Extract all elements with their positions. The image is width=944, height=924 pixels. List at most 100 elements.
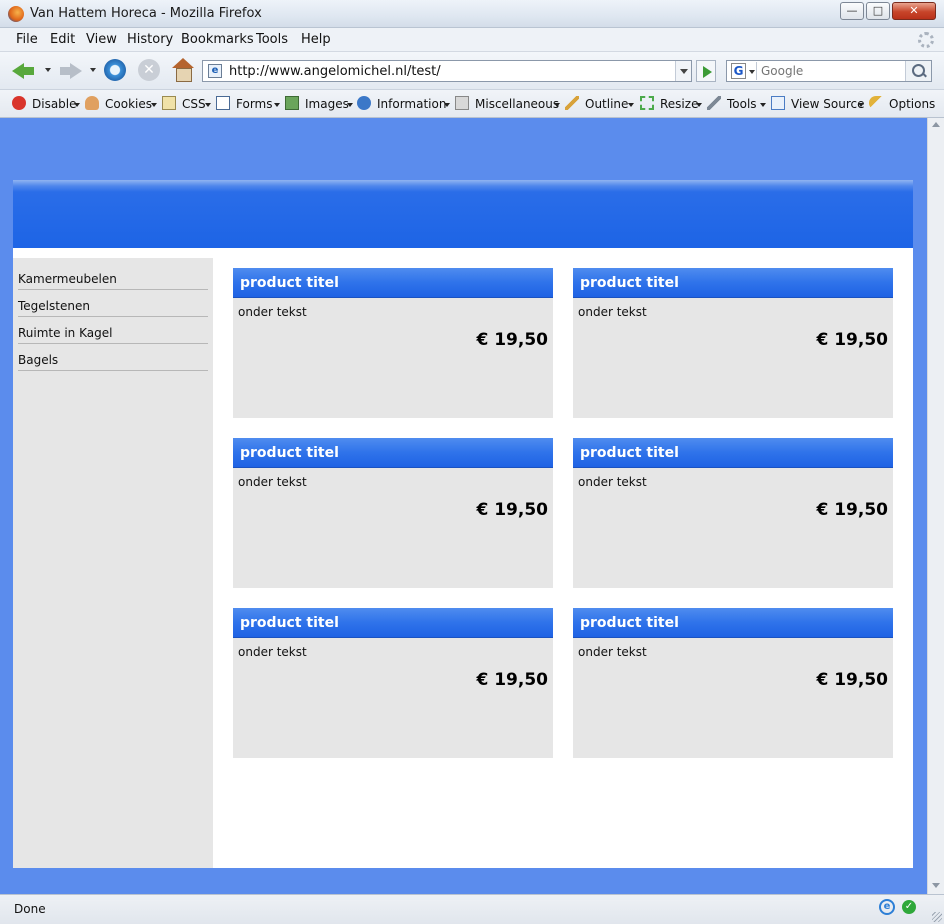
window-title: Van Hattem Horeca - Mozilla Firefox: [30, 6, 262, 21]
product-title[interactable]: product titel: [580, 615, 679, 631]
product-subtitle: onder tekst: [578, 475, 647, 489]
product-title[interactable]: product titel: [580, 275, 679, 291]
chevron-down-icon: [554, 103, 560, 107]
minimize-button[interactable]: —: [840, 2, 864, 20]
site-header: [13, 180, 913, 248]
sidebar-item-tegelstenen[interactable]: Tegelstenen: [18, 290, 208, 317]
wd-options-menu[interactable]: Options: [869, 96, 944, 112]
product-card[interactable]: product titel onder tekst € 19,50: [233, 608, 553, 758]
miscellaneous-icon: [455, 96, 469, 110]
vertical-scrollbar[interactable]: [927, 118, 944, 894]
close-button[interactable]: ✕: [892, 2, 936, 20]
wd-css-menu[interactable]: CSS: [162, 96, 212, 112]
outline-pencil-icon: [565, 96, 579, 110]
sidebar-item-label: Bagels: [18, 353, 59, 367]
sidebar-item-label: Kamermeubelen: [18, 272, 117, 286]
menu-edit[interactable]: Edit: [50, 32, 75, 47]
wd-disable-menu[interactable]: Disable: [12, 96, 80, 112]
sidebar-item-label: Ruimte in Kagel: [18, 326, 113, 340]
chevron-down-icon: [205, 103, 211, 107]
address-bar[interactable]: e http://www.angelomichel.nl/test/: [202, 60, 692, 82]
maximize-button[interactable]: □: [866, 2, 890, 20]
chevron-down-icon: [74, 103, 80, 107]
product-price: € 19,50: [476, 330, 548, 350]
wd-images-menu[interactable]: Images: [285, 96, 353, 112]
product-card[interactable]: product titel onder tekst € 19,50: [573, 268, 893, 418]
menu-view[interactable]: View: [86, 32, 117, 47]
wd-outline-menu[interactable]: Outline: [565, 96, 635, 112]
wrench-icon: [707, 96, 721, 110]
product-card[interactable]: product titel onder tekst € 19,50: [233, 268, 553, 418]
url-text[interactable]: http://www.angelomichel.nl/test/: [229, 64, 441, 79]
product-subtitle: onder tekst: [578, 305, 647, 319]
product-card[interactable]: product titel onder tekst € 19,50: [573, 608, 893, 758]
menu-history[interactable]: History: [127, 32, 173, 47]
product-title[interactable]: product titel: [240, 275, 339, 291]
forward-arrow-icon[interactable]: [58, 60, 82, 82]
information-icon: [357, 96, 371, 110]
key-icon: [869, 96, 883, 110]
wd-forms-menu[interactable]: Forms: [216, 96, 280, 112]
menu-bookmarks[interactable]: Bookmarks: [181, 32, 254, 47]
ie-tab-icon[interactable]: e: [879, 899, 895, 915]
sidebar-item-kamermeubelen[interactable]: Kamermeubelen: [18, 263, 208, 290]
resize-icon: [640, 96, 654, 110]
search-icon[interactable]: [905, 61, 931, 81]
chevron-down-icon: [696, 103, 702, 107]
product-subtitle: onder tekst: [578, 645, 647, 659]
menu-bar: File Edit View History Bookmarks Tools H…: [0, 28, 944, 52]
product-price: € 19,50: [816, 500, 888, 520]
product-title[interactable]: product titel: [240, 445, 339, 461]
product-title[interactable]: product titel: [240, 615, 339, 631]
images-icon: [285, 96, 299, 110]
product-card[interactable]: product titel onder tekst € 19,50: [233, 438, 553, 588]
wd-resize-menu[interactable]: Resize: [640, 96, 702, 112]
menu-help[interactable]: Help: [301, 32, 331, 47]
scroll-down-arrow-icon[interactable]: [932, 883, 940, 888]
home-icon[interactable]: [171, 58, 195, 82]
search-bar[interactable]: G: [726, 60, 932, 82]
wd-miscellaneous-menu[interactable]: Miscellaneous: [455, 96, 561, 112]
search-engine-selector[interactable]: G: [729, 62, 757, 80]
scroll-up-arrow-icon[interactable]: [932, 122, 940, 127]
status-bar: Done e ✓: [0, 894, 944, 924]
wd-information-menu[interactable]: Information: [357, 96, 451, 112]
go-button[interactable]: [696, 60, 716, 82]
chevron-down-icon: [274, 103, 280, 107]
chevron-down-icon: [760, 103, 766, 107]
validation-ok-icon[interactable]: ✓: [902, 900, 916, 914]
view-source-icon: [771, 96, 785, 110]
stop-icon[interactable]: ✕: [138, 59, 160, 81]
sidebar-item-bagels[interactable]: Bagels: [18, 344, 208, 371]
wd-cookies-menu[interactable]: Cookies: [85, 96, 157, 112]
web-developer-toolbar: Disable Cookies CSS Forms Images Informa…: [0, 90, 944, 118]
product-price: € 19,50: [816, 670, 888, 690]
product-card[interactable]: product titel onder tekst € 19,50: [573, 438, 893, 588]
menu-tools[interactable]: Tools: [256, 32, 288, 47]
product-subtitle: onder tekst: [238, 305, 307, 319]
reload-icon[interactable]: [104, 59, 126, 81]
chevron-down-icon: [347, 103, 353, 107]
url-history-dropdown[interactable]: [675, 61, 691, 81]
status-text: Done: [14, 902, 46, 916]
page-top-band: [0, 118, 927, 180]
wd-tools-menu[interactable]: Tools: [707, 96, 767, 112]
back-arrow-icon[interactable]: [12, 60, 36, 82]
resize-grip-icon[interactable]: [932, 912, 942, 922]
forward-history-dropdown[interactable]: [90, 68, 96, 72]
wd-view-source-menu[interactable]: View Source: [771, 96, 865, 112]
google-logo-icon: G: [731, 63, 746, 79]
chevron-down-icon: [151, 103, 157, 107]
back-history-dropdown[interactable]: [45, 68, 51, 72]
sidebar-navigation: Kamermeubelen Tegelstenen Ruimte in Kage…: [13, 258, 213, 868]
product-price: € 19,50: [476, 500, 548, 520]
chevron-down-icon: [444, 103, 450, 107]
sidebar-item-ruimte-in-kagel[interactable]: Ruimte in Kagel: [18, 317, 208, 344]
menu-file[interactable]: File: [16, 32, 38, 47]
product-title[interactable]: product titel: [580, 445, 679, 461]
forms-icon: [216, 96, 230, 110]
window-titlebar[interactable]: Van Hattem Horeca - Mozilla Firefox — □ …: [0, 0, 944, 28]
product-price: € 19,50: [816, 330, 888, 350]
css-icon: [162, 96, 176, 110]
search-input[interactable]: [761, 63, 901, 79]
